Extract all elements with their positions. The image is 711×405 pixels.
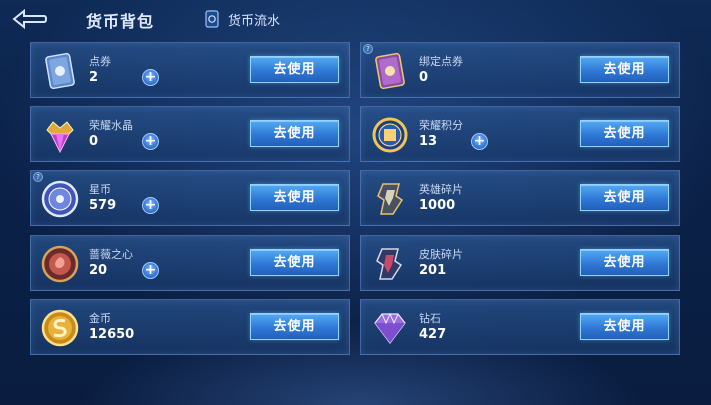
use-glory-crystal-button[interactable]: 去使用 — [250, 120, 339, 147]
currency-amount: 0 — [89, 134, 99, 149]
use-gold-coin-button[interactable]: 去使用 — [250, 313, 339, 340]
currency-amount: 12650 — [89, 327, 135, 342]
use-glory-points-button[interactable]: 去使用 — [580, 120, 669, 147]
currency-name: 星币 — [89, 183, 111, 196]
add-glory-crystal-button[interactable]: + — [142, 133, 159, 150]
currency-card-gold-coin: 金币 12650 去使用 — [30, 299, 350, 355]
currency-amount: 201 — [419, 263, 447, 278]
currency-card-coupon: 点券 2 + 去使用 — [30, 42, 350, 98]
currency-name: 金币 — [89, 312, 111, 325]
currency-card-rose-heart: 蔷薇之心 20 + 去使用 — [30, 235, 350, 291]
currency-ledger-icon — [205, 10, 219, 28]
use-hero-fragment-button[interactable]: 去使用 — [580, 184, 669, 211]
currency-name: 蔷薇之心 — [89, 248, 133, 261]
coupon-card-icon — [45, 52, 75, 90]
currency-amount: 2 — [89, 70, 99, 85]
currency-name: 荣耀水晶 — [89, 119, 133, 132]
diamond-icon — [374, 312, 406, 344]
currency-name: 皮肤碎片 — [419, 248, 463, 261]
add-coupon-button[interactable]: + — [142, 69, 159, 86]
currency-card-star-coin: ? 星币 579 + 去使用 — [30, 170, 350, 226]
add-star-coin-button[interactable]: + — [142, 197, 159, 214]
add-rose-heart-button[interactable]: + — [142, 262, 159, 279]
currency-amount: 427 — [419, 327, 447, 342]
currency-amount: 13 — [419, 134, 438, 149]
glory-crystal-icon — [46, 121, 74, 154]
currency-name: 英雄碎片 — [419, 183, 463, 196]
use-bound-coupon-button[interactable]: 去使用 — [580, 56, 669, 83]
use-rose-heart-button[interactable]: 去使用 — [250, 249, 339, 276]
gold-coin-icon — [41, 309, 79, 347]
currency-card-diamond: 钻石 427 去使用 — [360, 299, 680, 355]
currency-card-bound-coupon: ? 绑定点券 0 去使用 — [360, 42, 680, 98]
add-glory-points-button[interactable]: + — [471, 133, 488, 150]
star-coin-icon — [41, 180, 79, 218]
currency-name: 钻石 — [419, 312, 441, 325]
currency-card-glory-points: 荣耀积分 13 + 去使用 — [360, 106, 680, 162]
currency-flow-label: 货币流水 — [228, 13, 281, 29]
currency-name: 荣耀积分 — [419, 119, 463, 132]
rose-heart-icon — [41, 245, 79, 283]
glory-points-icon — [372, 117, 408, 153]
bound-coupon-card-icon — [375, 52, 405, 90]
header-bar: 货币背包 货币流水 — [0, 0, 711, 38]
currency-card-skin-fragment: 皮肤碎片 201 去使用 — [360, 235, 680, 291]
use-star-coin-button[interactable]: 去使用 — [250, 184, 339, 211]
currency-card-glory-crystal: 荣耀水晶 0 + 去使用 — [30, 106, 350, 162]
currency-name: 绑定点券 — [419, 55, 463, 68]
skin-fragment-icon — [376, 248, 403, 280]
currency-name: 点券 — [89, 55, 111, 68]
currency-amount: 1000 — [419, 198, 456, 213]
currency-amount: 20 — [89, 263, 108, 278]
hero-fragment-icon — [377, 183, 404, 215]
currency-card-hero-fragment: 英雄碎片 1000 去使用 — [360, 170, 680, 226]
back-arrow-icon[interactable] — [8, 8, 48, 30]
currency-flow-link[interactable]: 货币流水 — [205, 9, 280, 29]
currency-amount: 0 — [419, 70, 429, 85]
use-diamond-button[interactable]: 去使用 — [580, 313, 669, 340]
use-skin-fragment-button[interactable]: 去使用 — [580, 249, 669, 276]
currency-amount: 579 — [89, 198, 117, 213]
page-title: 货币背包 — [86, 12, 155, 31]
use-coupon-button[interactable]: 去使用 — [250, 56, 339, 83]
